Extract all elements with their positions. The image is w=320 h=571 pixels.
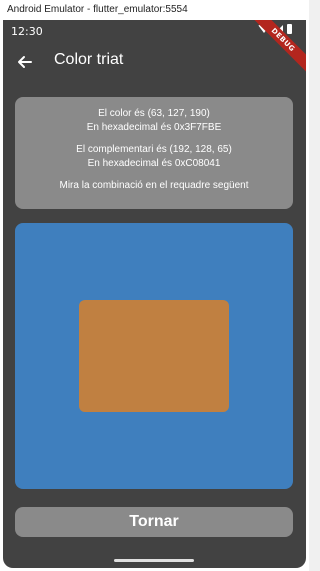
color-rgb-text: El color és (63, 127, 190) [98,108,210,119]
back-arrow-button[interactable] [11,48,39,76]
app-bar: Color triat [3,44,306,80]
gesture-nav-handle [114,559,194,562]
emulator-window: Android Emulator - flutter_emulator:5554… [0,0,309,571]
complement-rgb-text: El complementari és (192, 128, 65) [76,144,232,155]
complement-hex-text: En hexadecimal és 0xC08041 [87,158,221,169]
page-title: Color triat [54,51,124,68]
chosen-color-panel [15,223,293,489]
color-info-card: El color és (63, 127, 190) En hexadecima… [15,97,293,209]
complement-color-square [79,300,229,412]
tornar-button[interactable]: Tornar [15,507,293,537]
color-hex-text: En hexadecimal és 0x3F7FBE [86,122,222,133]
device-screen: 12:30 DEBUG Color triat El color és (63,… [3,20,306,568]
window-title: Android Emulator - flutter_emulator:5554 [0,0,309,20]
status-time: 12:30 [11,25,43,38]
battery-icon [287,24,292,34]
arrow-back-icon [18,56,32,68]
hint-text: Mira la combinació en el requadre següen… [59,180,249,191]
